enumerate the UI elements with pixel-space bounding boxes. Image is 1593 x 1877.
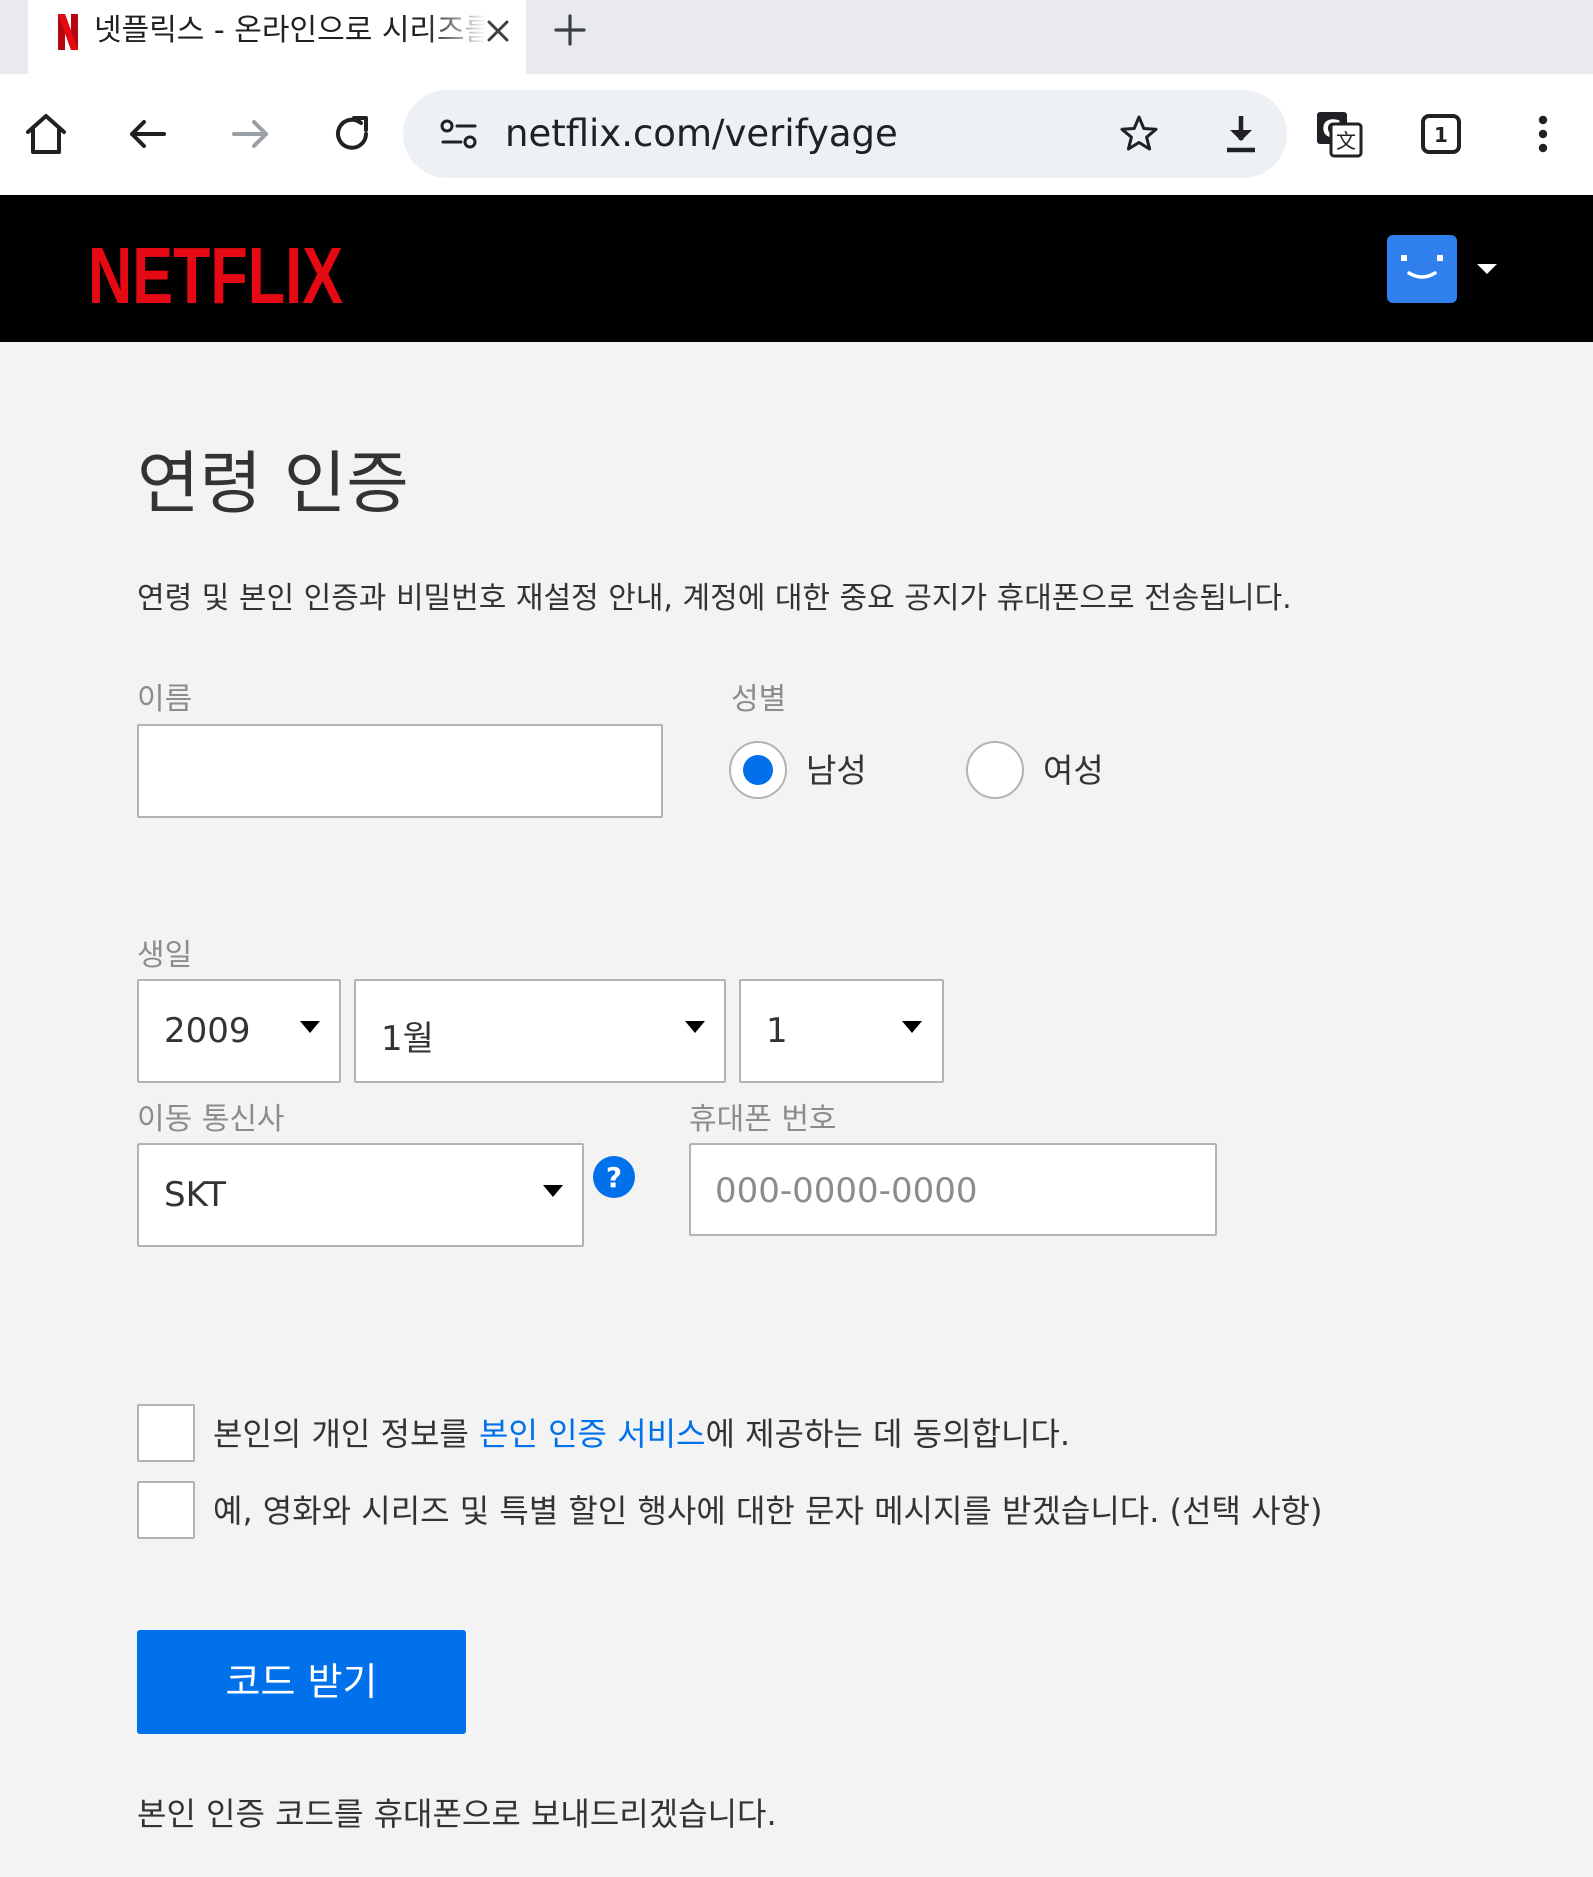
chevron-down-icon xyxy=(902,1021,922,1033)
female-radio[interactable] xyxy=(966,741,1024,799)
birthday-label: 생일 xyxy=(137,938,193,973)
birth-month-value: 1월 xyxy=(381,1019,434,1059)
smiley-face-icon xyxy=(1401,255,1443,279)
birth-year-select[interactable]: 2009 xyxy=(137,979,341,1083)
name-input[interactable] xyxy=(137,724,663,818)
footer-note: 본인 인증 코드를 휴대폰으로 보내드리겠습니다. xyxy=(137,1795,777,1833)
svg-text:文: 文 xyxy=(1336,129,1356,153)
consent-text: 본인의 개인 정보를 본인 인증 서비스에 제공하는 데 동의합니다. xyxy=(213,1412,1070,1456)
carrier-label: 이동 통신사 xyxy=(137,1102,285,1137)
netflix-header: NETFLIX xyxy=(0,195,1593,342)
star-icon[interactable] xyxy=(1113,108,1165,160)
sms-optin-text: 예, 영화와 시리즈 및 특별 할인 행사에 대한 문자 메시지를 받겠습니다.… xyxy=(213,1492,1323,1530)
browser-tabstrip: 넷플릭스 - 온라인으로 시리즈를 시청하세요 xyxy=(0,0,1593,74)
tab-count-icon[interactable]: 1 xyxy=(1413,106,1469,162)
phone-placeholder: 000-0000-0000 xyxy=(715,1171,978,1211)
profile-avatar[interactable] xyxy=(1387,235,1457,303)
birth-year-value: 2009 xyxy=(164,1011,251,1051)
intro-text: 연령 및 본인 인증과 비밀번호 재설정 안내, 계정에 대한 중요 공지가 휴… xyxy=(137,581,1292,616)
home-icon[interactable] xyxy=(18,106,74,162)
reload-icon[interactable] xyxy=(324,106,380,162)
url-text: netflix.com/verifyage xyxy=(505,112,898,155)
back-arrow-icon[interactable] xyxy=(120,106,176,162)
svg-text:NETFLIX: NETFLIX xyxy=(88,235,343,311)
translate-icon[interactable]: G 文 xyxy=(1311,106,1367,162)
svg-text:1: 1 xyxy=(1434,123,1448,147)
svg-text:?: ? xyxy=(606,1161,622,1194)
birth-day-select[interactable]: 1 xyxy=(739,979,944,1083)
male-radio-label[interactable]: 남성 xyxy=(806,749,867,793)
chevron-down-icon xyxy=(685,1021,705,1033)
site-settings-icon[interactable] xyxy=(433,108,485,160)
male-radio[interactable] xyxy=(729,741,787,799)
phone-input[interactable]: 000-0000-0000 xyxy=(689,1143,1217,1236)
forward-arrow-icon[interactable] xyxy=(222,106,278,162)
close-icon[interactable] xyxy=(480,10,516,50)
page-title: 연령 인증 xyxy=(137,445,409,524)
birth-day-value: 1 xyxy=(766,1011,788,1051)
sms-optin-checkbox[interactable] xyxy=(137,1481,195,1539)
consent-prefix: 본인의 개인 정보를 xyxy=(213,1415,480,1453)
chevron-down-icon xyxy=(300,1021,320,1033)
radio-selected-dot xyxy=(743,755,773,785)
netflix-favicon-icon xyxy=(58,14,78,50)
chevron-down-icon xyxy=(543,1185,563,1197)
phone-label: 휴대폰 번호 xyxy=(689,1102,837,1137)
tab-title: 넷플릭스 - 온라인으로 시리즈를 시청하세요 xyxy=(94,13,486,48)
birth-month-select[interactable]: 1월 xyxy=(354,979,726,1083)
question-icon[interactable]: ? xyxy=(592,1155,636,1199)
name-label: 이름 xyxy=(137,682,193,717)
browser-toolbar: netflix.com/verifyage G 文 1 xyxy=(0,74,1593,195)
identity-service-link[interactable]: 본인 인증 서비스 xyxy=(479,1415,705,1453)
consent-suffix: 에 제공하는 데 동의합니다. xyxy=(705,1415,1071,1453)
address-bar[interactable]: netflix.com/verifyage xyxy=(403,90,1287,178)
gender-label: 성별 xyxy=(731,682,787,717)
carrier-value: SKT xyxy=(164,1175,227,1215)
browser-tab[interactable]: 넷플릭스 - 온라인으로 시리즈를 시청하세요 xyxy=(28,0,526,74)
netflix-logo[interactable]: NETFLIX xyxy=(88,235,343,311)
chevron-down-icon[interactable] xyxy=(1476,262,1498,276)
carrier-select[interactable]: SKT xyxy=(137,1143,584,1247)
more-vert-icon[interactable] xyxy=(1515,106,1571,162)
get-code-button[interactable]: 코드 받기 xyxy=(137,1630,466,1734)
plus-icon[interactable] xyxy=(548,8,592,52)
consent-checkbox[interactable] xyxy=(137,1404,195,1462)
download-icon[interactable] xyxy=(1215,108,1267,160)
female-radio-label[interactable]: 여성 xyxy=(1043,749,1104,793)
